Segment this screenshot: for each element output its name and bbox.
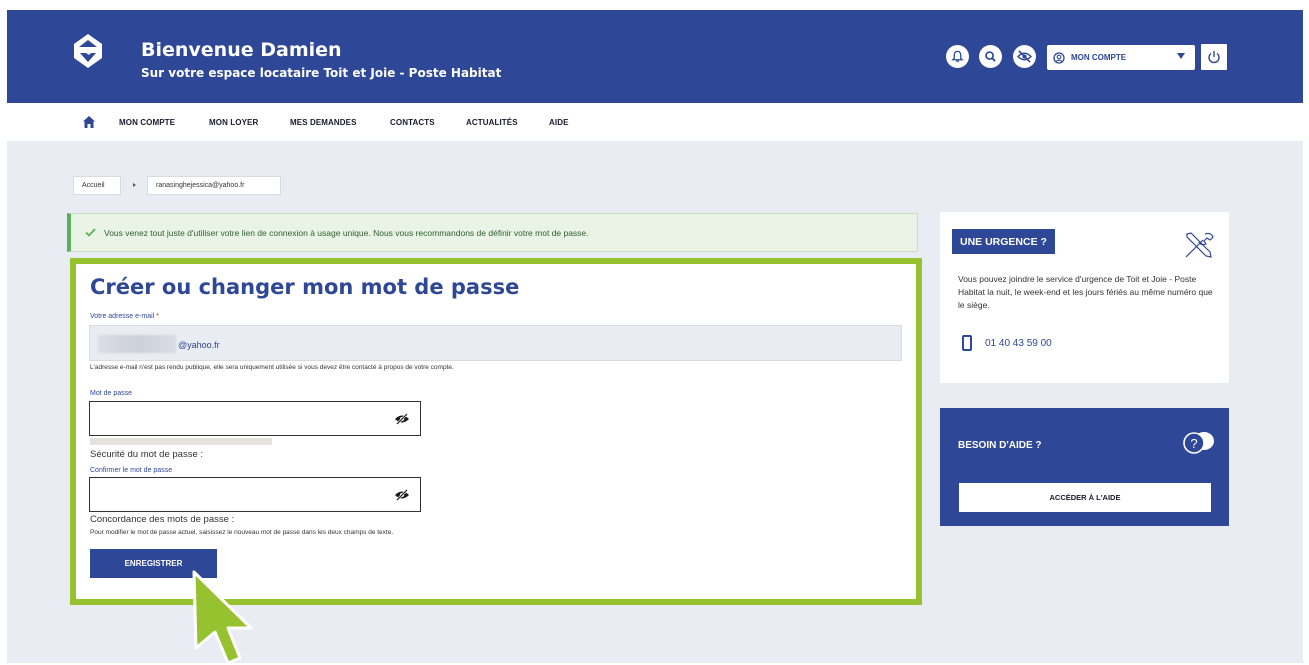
email-redacted-blur bbox=[98, 335, 176, 353]
confirm-password-input[interactable] bbox=[89, 477, 421, 512]
nav-item-actualites[interactable]: ACTUALITÉS bbox=[466, 118, 518, 127]
notification-bell-icon[interactable] bbox=[946, 45, 969, 68]
email-value: @yahoo.fr bbox=[178, 340, 220, 350]
main-navigation bbox=[7, 103, 1303, 141]
urgency-phone[interactable]: 01 40 43 59 00 bbox=[985, 338, 1052, 349]
eye-slash-icon[interactable] bbox=[1013, 45, 1036, 68]
nav-item-mon-loyer[interactable]: MON LOYER bbox=[209, 118, 258, 127]
power-icon bbox=[1208, 51, 1220, 64]
password-match-label: Concordance des mots de passe : bbox=[90, 514, 235, 525]
toggle-password-visibility-icon[interactable] bbox=[394, 412, 410, 426]
urgency-title: UNE URGENCE ? bbox=[952, 229, 1055, 254]
question-bubble-icon: ? bbox=[1183, 432, 1214, 454]
urgency-text: Vous pouvez joindre le service d'urgence… bbox=[958, 274, 1213, 310]
password-help-text: Pour modifier le mot de passe actuel, sa… bbox=[90, 529, 394, 536]
nav-item-mon-compte[interactable]: MON COMPTE bbox=[119, 118, 175, 127]
email-label: Votre adresse e-mail * bbox=[90, 313, 159, 320]
alert-message: Vous venez tout juste d'utiliser votre l… bbox=[104, 227, 589, 238]
nav-item-aide[interactable]: AIDE bbox=[549, 118, 569, 127]
breadcrumb-current: ranasinghejessica@yahoo.fr bbox=[147, 176, 281, 195]
search-icon[interactable] bbox=[979, 45, 1002, 68]
home-icon[interactable] bbox=[82, 115, 96, 129]
nav-item-mes-demandes[interactable]: MES DEMANDES bbox=[290, 118, 357, 127]
welcome-subtitle: Sur votre espace locataire Toit et Joie … bbox=[141, 66, 502, 80]
breadcrumb-separator-icon bbox=[133, 183, 136, 187]
password-label: Mot de passe bbox=[90, 390, 133, 397]
password-input[interactable] bbox=[89, 401, 421, 436]
nav-item-contacts[interactable]: CONTACTS bbox=[390, 118, 435, 127]
house-logo-icon[interactable] bbox=[72, 32, 104, 72]
svg-text:?: ? bbox=[1190, 436, 1197, 451]
email-help-text: L'adresse e-mail n'est pas rendu publiqu… bbox=[90, 364, 454, 371]
toggle-confirm-visibility-icon[interactable] bbox=[394, 488, 410, 502]
phone-icon bbox=[962, 335, 972, 351]
confirm-password-label: Confirmer le mot de passe bbox=[90, 467, 173, 474]
page-title: Créer ou changer mon mot de passe bbox=[90, 275, 520, 299]
tools-icon bbox=[1185, 232, 1214, 258]
logout-button[interactable] bbox=[1200, 43, 1228, 71]
access-help-button[interactable]: ACCÉDER À L'AIDE bbox=[959, 483, 1211, 512]
welcome-title: Bienvenue Damien bbox=[141, 39, 342, 61]
account-dropdown-label: MON COMPTE bbox=[1071, 53, 1127, 62]
pointer-arrow-icon bbox=[192, 570, 253, 665]
breadcrumb-home[interactable]: Accueil bbox=[73, 176, 121, 195]
success-alert: Vous venez tout juste d'utiliser votre l… bbox=[67, 213, 918, 252]
password-strength-bar bbox=[90, 438, 272, 445]
required-mark: * bbox=[156, 313, 159, 320]
password-strength-label: Sécurité du mot de passe : bbox=[90, 449, 204, 460]
help-title: BESOIN D'AIDE ? bbox=[958, 440, 1042, 451]
checkmark-icon bbox=[85, 228, 96, 237]
user-circle-icon bbox=[1053, 51, 1065, 64]
chevron-down-icon bbox=[1177, 53, 1185, 59]
account-dropdown[interactable]: MON COMPTE bbox=[1047, 45, 1195, 70]
